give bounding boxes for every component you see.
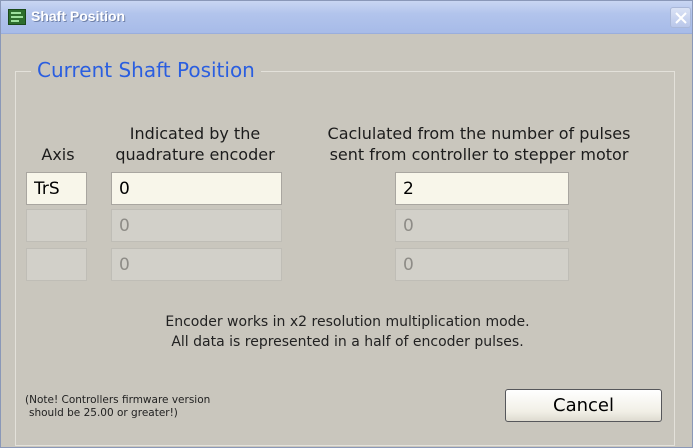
encoder-header: Indicated by the quadrature encoder [115, 124, 275, 164]
encoder-position-field-1[interactable] [111, 172, 282, 205]
close-button[interactable] [670, 7, 691, 28]
calculated-position-field-1[interactable] [395, 172, 569, 205]
calculated-position-field-3 [395, 248, 569, 281]
app-icon [8, 9, 26, 25]
axis-field-3 [26, 248, 87, 281]
cancel-button[interactable]: Cancel [505, 389, 662, 422]
resolution-info-line-2: All data is represented in a half of enc… [171, 334, 524, 350]
resolution-info-line-1: Encoder works in x2 resolution multiplic… [165, 314, 530, 330]
title-bar[interactable]: Shaft Position [1, 1, 692, 34]
shaft-position-dialog: Shaft Position Current Shaft Position Ax… [0, 0, 693, 448]
encoder-position-field-3 [111, 248, 282, 281]
firmware-note-line-2: should be 25.00 or greater!) [29, 407, 178, 419]
group-legend: Current Shaft Position [31, 57, 261, 83]
calculated-position-field-2 [395, 209, 569, 242]
axis-header: Axis [41, 145, 75, 164]
encoder-position-field-2 [111, 209, 282, 242]
window-title: Shaft Position [31, 8, 126, 24]
close-icon [675, 12, 687, 24]
axis-field-2 [26, 209, 87, 242]
firmware-note-line-1: (Note! Controllers firmware version [25, 394, 211, 406]
pulses-header: Caclulated from the number of pulses sen… [327, 124, 631, 164]
axis-field-1[interactable] [26, 172, 87, 205]
